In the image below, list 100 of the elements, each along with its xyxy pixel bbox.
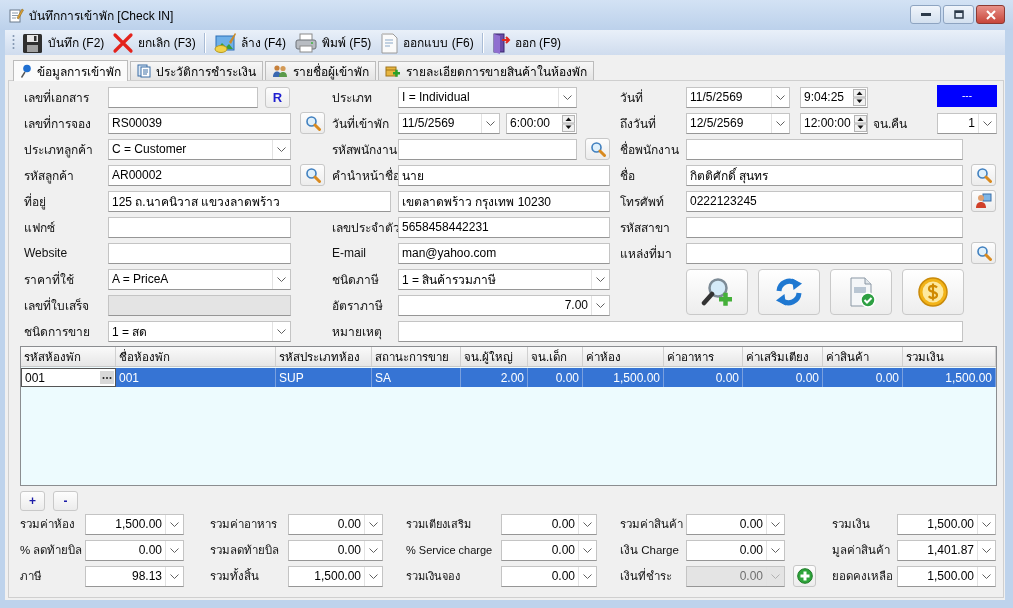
time-field[interactable]: 6:00:00 xyxy=(506,112,577,134)
column-header[interactable]: ค่าสินค้า xyxy=(823,347,903,366)
column-header[interactable]: ค่าเสริมเตียง xyxy=(743,347,823,366)
minus-button[interactable]: - xyxy=(53,491,78,511)
title-field[interactable]: นาย xyxy=(398,164,610,186)
phone-field[interactable]: 0222123245 xyxy=(686,190,963,212)
employee-code-field[interactable] xyxy=(398,138,577,160)
tax-type-dropdown[interactable]: 1 = สินค้ารวมภาษี xyxy=(398,268,610,290)
status-box: --- xyxy=(937,84,997,107)
total-field[interactable]: 0.00 xyxy=(686,539,785,561)
close-button[interactable] xyxy=(976,5,1005,24)
source-field[interactable] xyxy=(686,242,963,264)
plus-button[interactable]: + xyxy=(20,491,45,511)
chevron-down-icon xyxy=(170,547,179,553)
customer-type-dropdown[interactable]: C = Customer xyxy=(108,138,291,160)
magnifier-plus-button[interactable] xyxy=(686,269,748,315)
exit-button[interactable]: ออก (F9) xyxy=(486,30,566,55)
field-label: E-mail xyxy=(332,246,367,260)
tax-rate-dropdown[interactable]: 7.00 xyxy=(398,294,610,316)
column-header[interactable]: รหัสประเภทห้อง xyxy=(276,347,372,366)
refresh-icon xyxy=(773,276,805,308)
people-icon xyxy=(272,64,288,78)
note-field[interactable] xyxy=(398,320,963,342)
type-dropdown[interactable]: I = Individual xyxy=(398,86,577,108)
column-header[interactable]: จน.เด็ก xyxy=(528,347,583,366)
column-header[interactable]: ค่าห้อง xyxy=(583,347,664,366)
employee-name-field[interactable] xyxy=(686,138,963,160)
sale-type-dropdown[interactable]: 1 = สด xyxy=(108,320,291,342)
search-button[interactable] xyxy=(585,138,610,160)
total-label: รวมเงินจอง xyxy=(406,569,461,584)
fax-field[interactable] xyxy=(108,216,291,238)
dots-icon[interactable] xyxy=(100,371,114,384)
column-header[interactable]: รหัสห้องพัก xyxy=(21,347,116,366)
column-header[interactable]: จน.ผู้ใหญ่ xyxy=(461,347,528,366)
search-button[interactable] xyxy=(971,242,996,264)
table-cell: 0.00 xyxy=(743,368,823,387)
column-header[interactable]: รวมเงิน xyxy=(903,347,996,366)
r-button[interactable]: R xyxy=(265,86,290,108)
spinner-arrows-icon[interactable] xyxy=(853,88,866,106)
maximize-button[interactable] xyxy=(943,5,974,24)
date-picker[interactable]: 11/5/2569 xyxy=(398,112,500,134)
add-button[interactable] xyxy=(793,565,816,587)
design-button[interactable]: ออกแบบ (F6) xyxy=(375,30,478,55)
tab[interactable]: ข้อมูลการเข้าพัก xyxy=(13,60,128,81)
save-button[interactable]: บันทึก (F2) xyxy=(18,30,109,55)
spinner-arrows-icon[interactable] xyxy=(853,114,867,132)
search-button[interactable] xyxy=(300,112,325,134)
email-field[interactable]: man@yahoo.com xyxy=(398,242,610,264)
total-field[interactable]: 0.00 xyxy=(288,539,383,561)
coin-button[interactable] xyxy=(902,269,964,315)
address-field[interactable]: 125 ถ.นาคนิวาส แขวงลาดพร้าว xyxy=(108,190,391,212)
id-number-field[interactable]: 5658458442231 xyxy=(398,216,610,238)
tab[interactable]: ประวัติการชำระเงิน xyxy=(130,61,263,80)
total-field[interactable]: 0.00 xyxy=(501,565,597,587)
total-field[interactable]: 1,401.87 xyxy=(897,539,996,561)
date-picker[interactable]: 12/5/2569 xyxy=(686,112,790,134)
total-field[interactable]: 98.13 xyxy=(85,565,184,587)
total-field[interactable]: 1,500.00 xyxy=(288,565,383,587)
customer-code-field[interactable]: AR00002 xyxy=(108,164,291,186)
spinner-arrows-icon[interactable] xyxy=(562,114,575,132)
clear-button[interactable]: ล้าง (F4) xyxy=(208,30,291,55)
person-icon xyxy=(975,193,992,209)
date-picker[interactable]: 11/5/2569 xyxy=(686,86,790,108)
total-field[interactable]: 0.00 xyxy=(288,513,383,535)
column-header[interactable]: ชื่อห้องพัก xyxy=(116,347,276,366)
total-field[interactable]: 1,500.00 xyxy=(897,565,996,587)
grip-icon[interactable] xyxy=(12,33,15,52)
column-header[interactable]: ค่าอาหาร xyxy=(664,347,743,366)
address-field[interactable]: เขตลาดพร้าว กรุงเทพ 10230 xyxy=(398,190,610,212)
column-header[interactable]: สถานะการขาย xyxy=(372,347,461,366)
website-field[interactable] xyxy=(108,242,291,264)
contact-button[interactable] xyxy=(971,190,996,212)
total-field[interactable]: 0.00 xyxy=(501,513,597,535)
field-label: ประเภท xyxy=(332,89,373,107)
document-icon xyxy=(137,64,151,78)
chevron-down-icon xyxy=(583,521,592,527)
time-field[interactable]: 9:04:25 xyxy=(800,86,868,108)
booking-number-field[interactable]: RS00039 xyxy=(108,112,291,134)
chevron-down-icon xyxy=(983,120,992,126)
refresh-button[interactable] xyxy=(758,269,820,315)
search-button[interactable] xyxy=(300,164,325,186)
total-field[interactable]: 0.00 xyxy=(501,539,597,561)
total-field[interactable]: 1,500.00 xyxy=(85,513,184,535)
branch-code-field[interactable] xyxy=(686,216,963,238)
minimize-button[interactable] xyxy=(910,5,941,24)
cancel-button[interactable]: ยกเลิก (F3) xyxy=(108,30,200,55)
print-button[interactable]: พิมพ์ (F5) xyxy=(290,30,376,55)
search-button[interactable] xyxy=(971,164,996,186)
tab[interactable]: รายชื่อผู้เข้าพัก xyxy=(265,61,376,80)
picture-brush-icon xyxy=(212,31,237,54)
total-field[interactable]: 0.00 xyxy=(686,513,785,535)
time-field[interactable]: 12:00:00 xyxy=(800,112,868,134)
price-level-dropdown[interactable]: A = PriceA xyxy=(108,268,291,290)
name-field[interactable]: กิตติศักดิ์ สุนทร xyxy=(686,164,963,186)
document-number-field[interactable] xyxy=(108,86,258,108)
total-field[interactable]: 1,500.00 xyxy=(897,513,996,535)
document-check-button[interactable] xyxy=(830,269,892,315)
nights-dropdown[interactable]: 1 xyxy=(937,112,997,134)
total-field[interactable]: 0.00 xyxy=(85,539,184,561)
tab[interactable]: รายละเอียดการขายสินค้าในห้องพัก xyxy=(378,61,594,80)
